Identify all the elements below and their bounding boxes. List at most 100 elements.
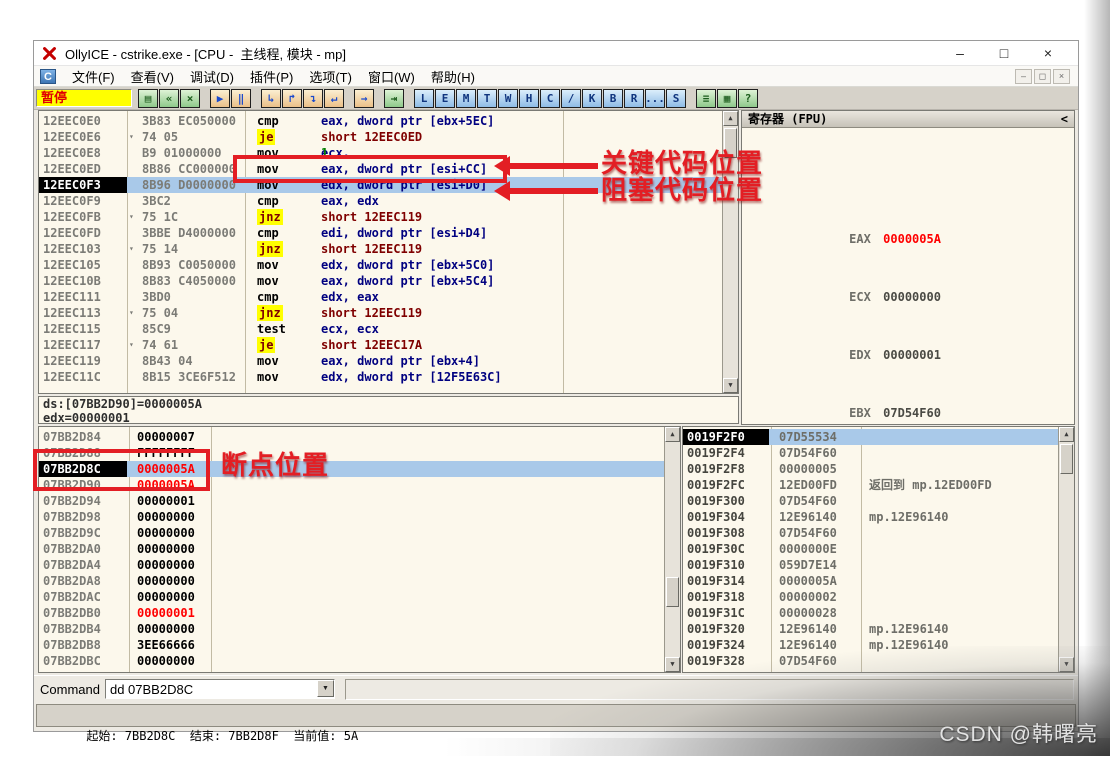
- disasm-row[interactable]: 12EEC0E6 ▾ 74 05 je short 12EEC0ED: [39, 129, 738, 145]
- stack-row[interactable]: 0019F2FC 12ED00FD 返回到 mp.12ED00FD: [683, 477, 1074, 493]
- EDX[interactable]: EDX00000001: [748, 331, 1074, 347]
- disasm-mnemonic: je: [257, 129, 275, 145]
- stack-scrollbar[interactable]: ▲ ▼: [1058, 427, 1074, 672]
- command-input[interactable]: [105, 679, 335, 699]
- maximize-button[interactable]: □: [982, 45, 1026, 61]
- execute-till-return-button[interactable]: →: [354, 89, 374, 108]
- stack-row[interactable]: 0019F328 07D54F60: [683, 653, 1074, 669]
- stack-row[interactable]: 0019F31C 00000028: [683, 605, 1074, 621]
- stack-row[interactable]: 0019F2F0 07D55534: [683, 429, 1074, 445]
- disasm-row[interactable]: 12EEC111 3BD0 cmp edx, eax: [39, 289, 738, 305]
- disasm-row[interactable]: 12EEC119 8B43 04 mov eax, dword ptr [ebx…: [39, 353, 738, 369]
- stack-row[interactable]: 0019F324 12E96140 mp.12E96140: [683, 637, 1074, 653]
- disasm-row[interactable]: 12EEC11C 8B15 3CE6F512 mov edx, dword pt…: [39, 369, 738, 385]
- mdi-close-button[interactable]: ×: [1053, 69, 1070, 84]
- stack-row[interactable]: 0019F320 12E96140 mp.12E96140: [683, 621, 1074, 637]
- menu-window[interactable]: 窗口(W): [360, 67, 423, 86]
- trace-over-button[interactable]: ↵: [324, 89, 344, 108]
- appearance-button[interactable]: ▦: [717, 89, 737, 108]
- scrollbar-thumb[interactable]: [666, 577, 679, 607]
- debug-options-button[interactable]: ≡: [696, 89, 716, 108]
- dump-row[interactable]: 07BB2DB4 00000000: [39, 621, 680, 637]
- scroll-up-icon[interactable]: ▲: [1059, 427, 1074, 442]
- pause-button[interactable]: ‖: [231, 89, 251, 108]
- stack-value: 12E96140: [779, 621, 837, 637]
- title-bar[interactable]: OllyICE - cstrike.exe - [CPU - 主线程, 模块 -…: [34, 41, 1078, 66]
- dump-row[interactable]: 07BB2DA4 00000000: [39, 557, 680, 573]
- view-breakpoints-button[interactable]: B: [603, 89, 623, 108]
- dump-row[interactable]: 07BB2D94 00000001: [39, 493, 680, 509]
- disasm-row[interactable]: 12EEC0E0 3B83 EC050000 cmp eax, dword pt…: [39, 113, 738, 129]
- view-references-button[interactable]: R: [624, 89, 644, 108]
- scroll-up-icon[interactable]: ▲: [723, 111, 738, 126]
- dump-row[interactable]: 07BB2D84 00000007: [39, 429, 680, 445]
- scroll-up-icon[interactable]: ▲: [665, 427, 680, 442]
- close-button[interactable]: ×: [1026, 45, 1070, 61]
- dump-row[interactable]: 07BB2DA8 00000000: [39, 573, 680, 589]
- view-windows-button[interactable]: W: [498, 89, 518, 108]
- scroll-down-icon[interactable]: ▼: [665, 657, 680, 672]
- EBX[interactable]: EBX07D54F60: [748, 389, 1074, 405]
- view-memory-button[interactable]: M: [456, 89, 476, 108]
- disasm-row[interactable]: 12EEC105 8B93 C0050000 mov edx, dword pt…: [39, 257, 738, 273]
- disasm-row[interactable]: 12EEC113 ▾ 75 04 jnz short 12EEC119: [39, 305, 738, 321]
- step-into-button[interactable]: ↳: [261, 89, 281, 108]
- mdi-minimize-button[interactable]: –: [1015, 69, 1032, 84]
- dump-row[interactable]: 07BB2DBC 00000000: [39, 653, 680, 669]
- run-button[interactable]: ▶: [210, 89, 230, 108]
- dump-row[interactable]: 07BB2DAC 00000000: [39, 589, 680, 605]
- mdi-restore-button[interactable]: ◻: [1034, 69, 1051, 84]
- stack-row[interactable]: 0019F310 059D7E14: [683, 557, 1074, 573]
- stack-row[interactable]: 0019F304 12E96140 mp.12E96140: [683, 509, 1074, 525]
- view-log-button[interactable]: L: [414, 89, 434, 108]
- dump-scrollbar[interactable]: ▲ ▼: [664, 427, 680, 672]
- view-run-trace-button[interactable]: ...: [645, 89, 665, 108]
- dump-row[interactable]: 07BB2DB0 00000001: [39, 605, 680, 621]
- disasm-row[interactable]: 12EEC115 85C9 test ecx, ecx: [39, 321, 738, 337]
- stack-row[interactable]: 0019F300 07D54F60: [683, 493, 1074, 509]
- menu-file[interactable]: 文件(F): [64, 67, 123, 86]
- stack-row[interactable]: 0019F30C 0000000E: [683, 541, 1074, 557]
- stack-row[interactable]: 0019F308 07D54F60: [683, 525, 1074, 541]
- view-threads-button[interactable]: T: [477, 89, 497, 108]
- view-cpu-button[interactable]: C: [540, 89, 560, 108]
- view-executables-button[interactable]: E: [435, 89, 455, 108]
- scroll-down-icon[interactable]: ▼: [723, 378, 738, 393]
- scroll-down-icon[interactable]: ▼: [1059, 657, 1074, 672]
- minimize-button[interactable]: –: [938, 45, 982, 61]
- close-program-button[interactable]: ×: [180, 89, 200, 108]
- menu-help[interactable]: 帮助(H): [423, 67, 483, 86]
- view-call-stack-button[interactable]: K: [582, 89, 602, 108]
- dump-row[interactable]: 07BB2D9C 00000000: [39, 525, 680, 541]
- step-over-button[interactable]: ↱: [282, 89, 302, 108]
- menu-debug[interactable]: 调试(D): [182, 67, 242, 86]
- disasm-row[interactable]: 12EEC103 ▾ 75 14 jnz short 12EEC119: [39, 241, 738, 257]
- view-handles-button[interactable]: H: [519, 89, 539, 108]
- view-source-button[interactable]: S: [666, 89, 686, 108]
- stack-row[interactable]: 0019F2F4 07D54F60: [683, 445, 1074, 461]
- menu-options[interactable]: 选项(T): [301, 67, 360, 86]
- disasm-row[interactable]: 12EEC0FB ▾ 75 1C jnz short 12EEC119: [39, 209, 738, 225]
- EAX[interactable]: EAX0000005A: [748, 215, 1074, 231]
- dump-row[interactable]: 07BB2DB8 3EE66666: [39, 637, 680, 653]
- open-file-button[interactable]: ▤: [138, 89, 158, 108]
- stack-row[interactable]: 0019F2F8 00000005: [683, 461, 1074, 477]
- menu-plugins[interactable]: 插件(P): [242, 67, 301, 86]
- stack-row[interactable]: 0019F318 00000002: [683, 589, 1074, 605]
- disasm-row[interactable]: 12EEC117 ▾ 74 61 je short 12EEC17A: [39, 337, 738, 353]
- dropdown-arrow-icon[interactable]: ▼: [317, 680, 334, 697]
- trace-into-button[interactable]: ↴: [303, 89, 323, 108]
- dump-row[interactable]: 07BB2D98 00000000: [39, 509, 680, 525]
- help-button[interactable]: ?: [738, 89, 758, 108]
- menu-view[interactable]: 查看(V): [123, 67, 182, 86]
- stack-row[interactable]: 0019F314 0000005A: [683, 573, 1074, 589]
- go-to-address-button[interactable]: ⇥: [384, 89, 404, 108]
- dump-row[interactable]: 07BB2DA0 00000000: [39, 541, 680, 557]
- disasm-row[interactable]: 12EEC0FD 3BBE D4000000 cmp edi, dword pt…: [39, 225, 738, 241]
- disasm-row[interactable]: 12EEC10B 8B83 C4050000 mov eax, dword pt…: [39, 273, 738, 289]
- view-patches-button[interactable]: /: [561, 89, 581, 108]
- collapse-icon[interactable]: <: [1061, 111, 1068, 127]
- ECX[interactable]: ECX00000000: [748, 273, 1074, 289]
- scrollbar-thumb[interactable]: [1060, 444, 1073, 474]
- restart-button[interactable]: «: [159, 89, 179, 108]
